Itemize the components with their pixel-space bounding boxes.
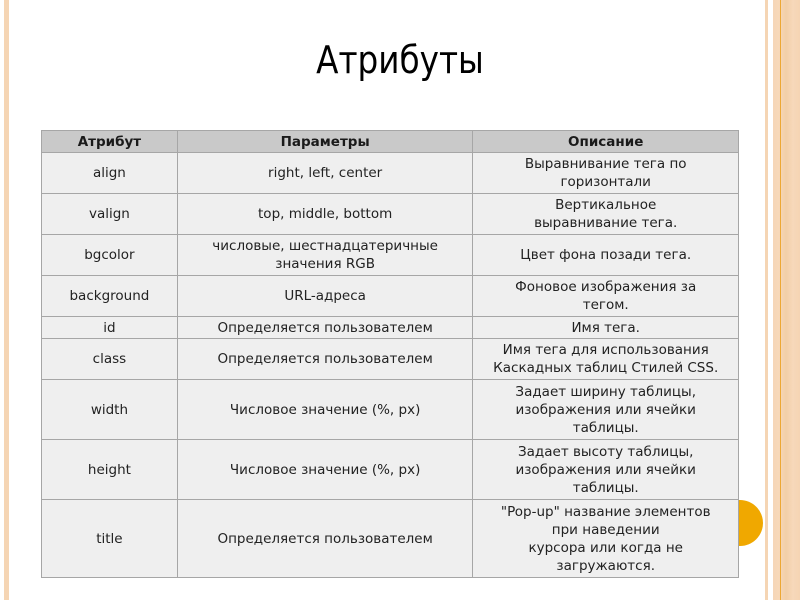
- cell-attribute: bgcolor: [41, 234, 178, 276]
- table-header-row: Атрибут Параметры Описание: [41, 130, 739, 153]
- cell-params: URL-адреса: [176, 275, 474, 317]
- cell-description: Фоновое изображения за тегом.: [472, 275, 739, 317]
- cell-description: Цвет фона позади тега.: [472, 234, 739, 276]
- table-row: height Числовое значение (%, px) Задает …: [41, 439, 739, 500]
- cell-description: Имя тега.: [472, 316, 739, 339]
- right-decorative-band: [773, 0, 800, 600]
- cell-params: top, middle, bottom: [176, 193, 474, 235]
- cell-attribute: class: [41, 338, 178, 380]
- cell-params: Определяется пользователем: [176, 316, 474, 339]
- cell-params: числовые, шестнадцатеричные значения RGB: [176, 234, 474, 276]
- cell-attribute: valign: [41, 193, 178, 235]
- header-description: Описание: [472, 130, 739, 153]
- table-row: align right, left, center Выравнивание т…: [41, 152, 739, 194]
- cell-params: right, left, center: [176, 152, 474, 194]
- cell-params: Определяется пользователем: [176, 499, 474, 578]
- table-row: valign top, middle, bottom Вертикальное в…: [41, 193, 739, 235]
- cell-description: Задает ширину таблицы, изображения или яч…: [472, 379, 739, 440]
- header-params: Параметры: [176, 130, 474, 153]
- cell-params: Числовое значение (%, px): [176, 379, 474, 440]
- cell-attribute: background: [41, 275, 178, 317]
- table-row: background URL-адреса Фоновое изображени…: [41, 275, 739, 317]
- cell-attribute: height: [41, 439, 178, 500]
- header-attribute: Атрибут: [41, 130, 178, 153]
- cell-params: Определяется пользователем: [176, 338, 474, 380]
- right-decorative-line: [780, 0, 781, 600]
- table-row: width Числовое значение (%, px) Задает ш…: [41, 379, 739, 440]
- slide-title: Атрибуты: [316, 38, 484, 82]
- orange-circle-decoration: [738, 500, 763, 546]
- attributes-table: Атрибут Параметры Описание align right, …: [41, 130, 739, 578]
- cell-description: Имя тега для использования Каскадных табл…: [472, 338, 739, 380]
- table-row: bgcolor числовые, шестнадцатеричные значе…: [41, 234, 739, 276]
- table-row: title Определяется пользователем "Pop-up…: [41, 499, 739, 578]
- cell-attribute: align: [41, 152, 178, 194]
- cell-description: Выравнивание тега по горизонтали: [472, 152, 739, 194]
- cell-params: Числовое значение (%, px): [176, 439, 474, 500]
- cell-attribute: width: [41, 379, 178, 440]
- table-row: id Определяется пользователем Имя тега.: [41, 316, 739, 339]
- cell-description: Вертикальное выравнивание тега.: [472, 193, 739, 235]
- cell-description: Задает высоту таблицы, изображения или яч…: [472, 439, 739, 500]
- left-decorative-stripe: [4, 0, 9, 600]
- cell-attribute: id: [41, 316, 178, 339]
- cell-attribute: title: [41, 499, 178, 578]
- table-row: class Определяется пользователем Имя тег…: [41, 338, 739, 380]
- cell-description: "Pop-up" название элементов при наведении…: [472, 499, 739, 578]
- right-decorative-thin-stripe: [765, 0, 768, 600]
